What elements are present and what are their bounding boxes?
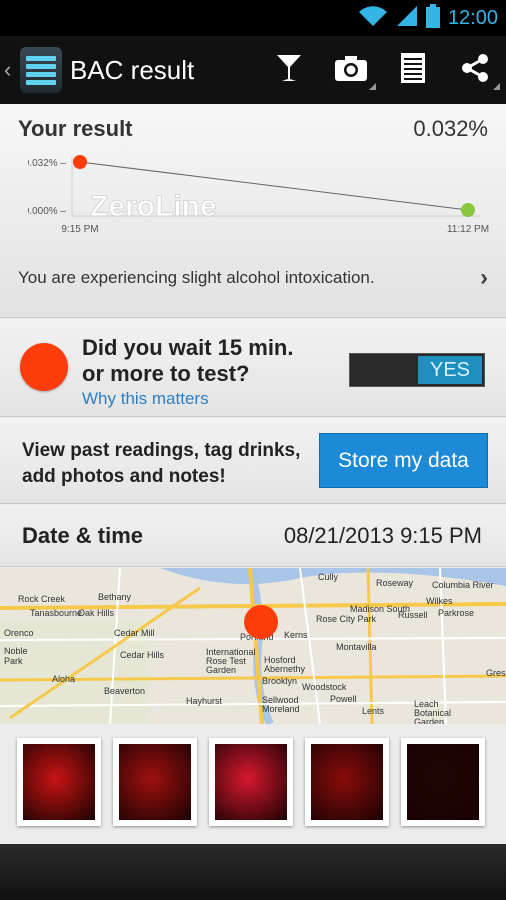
- status-bar: 12:00: [0, 0, 506, 36]
- store-my-data-button[interactable]: Store my data: [319, 433, 488, 488]
- add-drink-button[interactable]: [258, 36, 320, 104]
- result-card[interactable]: Your result 0.032% ZeroLine 0.032% – 0.00…: [0, 104, 506, 318]
- map-label: Lents: [362, 706, 385, 716]
- datetime-value: 08/21/2013 9:15 PM: [283, 523, 482, 548]
- map-label: Russell: [398, 610, 428, 620]
- map-label: Tanasbourne: [30, 608, 83, 618]
- chevron-right-icon: ›: [480, 264, 488, 291]
- up-caret-icon[interactable]: ‹: [4, 57, 16, 83]
- photo-thumbnail[interactable]: [401, 738, 485, 826]
- map-label: Leach Botanical Garden: [414, 699, 452, 725]
- chart-y-tick-label: 0.032% –: [28, 158, 66, 169]
- wait-card: Did you wait 15 min. or more to test? Wh…: [0, 319, 506, 417]
- map-label: Rose City Park: [316, 614, 377, 624]
- map-label: Columbia River: [432, 580, 494, 590]
- photo-image: [311, 744, 383, 820]
- map-label: Cedar Mill: [114, 628, 155, 638]
- photo-image: [215, 744, 287, 820]
- result-label: Your result: [18, 116, 133, 141]
- action-bar: ‹ BAC result: [0, 36, 506, 104]
- signal-icon: [396, 5, 418, 32]
- wait-question: Did you wait 15 min. or more to test?: [82, 335, 294, 386]
- share-icon: [461, 53, 489, 87]
- content-area: Your result 0.032% ZeroLine 0.032% – 0.00…: [0, 104, 506, 844]
- map-label: Roseway: [376, 578, 414, 588]
- status-dot: [20, 343, 68, 391]
- camera-button[interactable]: [320, 36, 382, 104]
- toggle-yes-label: YES: [418, 356, 482, 384]
- map-label: Sellwood Moreland: [262, 695, 300, 714]
- map-label: Hosford Abernethy: [264, 655, 306, 674]
- location-map[interactable]: Cully Roseway Rock Creek Bethany Tanasbo…: [0, 568, 506, 724]
- map-label: Rock Creek: [18, 594, 66, 604]
- notes-icon: [401, 52, 425, 88]
- store-card: View past readings, tag drinks, add phot…: [0, 418, 506, 504]
- photo-thumbnail[interactable]: [113, 738, 197, 826]
- photo-thumbnail[interactable]: [17, 738, 101, 826]
- map-label: Orenco: [4, 628, 34, 638]
- wait-toggle[interactable]: YES: [349, 353, 485, 387]
- map-label: Cully: [318, 572, 339, 582]
- map-label: Oak Hills: [78, 608, 115, 618]
- app-logo-icon[interactable]: [20, 47, 62, 93]
- map-label: Wilkes: [426, 596, 453, 606]
- chart-x-tick-label: 11:12 PM: [447, 224, 489, 235]
- wifi-icon: [358, 5, 388, 32]
- map-label: Park: [4, 656, 23, 666]
- map-label: Brooklyn: [262, 676, 298, 686]
- map-label: Woodstock: [302, 682, 347, 692]
- map-label: Powell: [330, 694, 357, 704]
- photo-image: [407, 744, 479, 820]
- camera-icon: [335, 55, 367, 86]
- chart-y-tick-label: 0.000% –: [28, 206, 66, 217]
- chart-x-tick-label: 9:15 PM: [61, 224, 98, 235]
- map-label: Parkrose: [438, 608, 475, 618]
- store-prompt: View past readings, tag drinks, add phot…: [22, 440, 301, 487]
- intoxication-message: You are experiencing slight alcohol into…: [18, 268, 375, 287]
- photo-thumbnail[interactable]: [305, 738, 389, 826]
- share-button[interactable]: [444, 36, 506, 104]
- chart-data-point: [461, 203, 475, 217]
- bac-chart: ZeroLine 0.032% – 0.000% – 9:15 PM 11:12 PM: [28, 155, 489, 235]
- map-label: Montavilla: [336, 642, 377, 652]
- photo-image: [119, 744, 191, 820]
- result-value: 0.032%: [413, 116, 488, 141]
- bottom-bar: [0, 844, 506, 900]
- map-label: Cedar Hills: [120, 650, 165, 660]
- datetime-card: Date & time 08/21/2013 9:15 PM: [0, 505, 506, 567]
- map-label: Aloha: [52, 674, 76, 684]
- map-label: Kerns: [284, 630, 308, 640]
- notes-button[interactable]: [382, 36, 444, 104]
- chart-watermark: ZeroLine: [90, 190, 217, 223]
- datetime-label: Date & time: [22, 523, 144, 548]
- map-label: Gresham: [486, 668, 506, 678]
- map-label: Noble: [4, 646, 28, 656]
- map-label: Bethany: [98, 592, 132, 602]
- chart-data-point: [73, 155, 87, 169]
- why-this-matters-link[interactable]: Why this matters: [82, 389, 209, 409]
- battery-icon: [425, 3, 440, 33]
- page-title: BAC result: [70, 54, 195, 85]
- clock: 12:00: [447, 6, 498, 29]
- map-label: International Rose Test Garden: [206, 647, 256, 675]
- map-label: Beaverton: [104, 686, 146, 696]
- cocktail-glass-icon: [276, 53, 302, 88]
- photo-image: [23, 744, 95, 820]
- photo-thumbnail[interactable]: [209, 738, 293, 826]
- location-pin[interactable]: [244, 605, 278, 639]
- photo-strip: [0, 724, 506, 844]
- map-label: Hayhurst: [186, 696, 223, 706]
